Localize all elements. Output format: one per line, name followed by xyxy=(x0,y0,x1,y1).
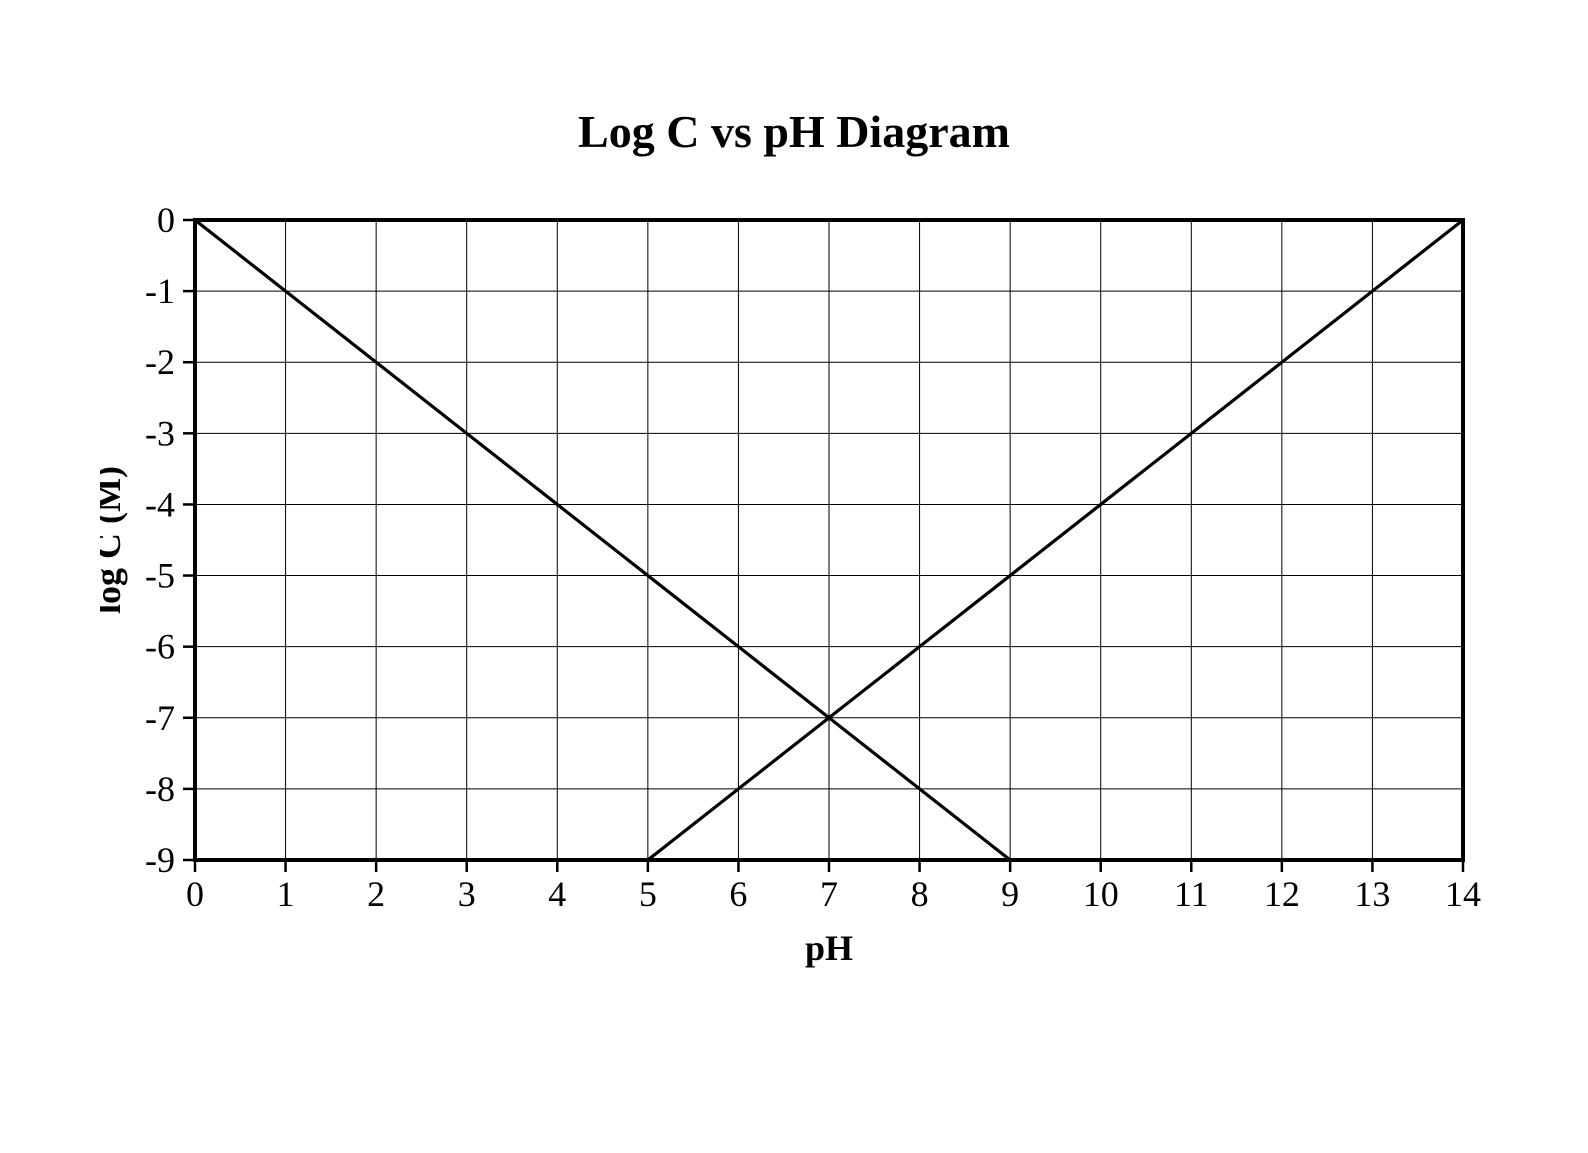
chart-svg: 012345678910111213140-1-2-3-4-5-6-7-8-9p… xyxy=(100,200,1488,980)
series-H+ xyxy=(195,220,1010,860)
svg-text:-5: -5 xyxy=(145,556,175,596)
svg-text:11: 11 xyxy=(1174,874,1209,914)
svg-text:6: 6 xyxy=(729,874,747,914)
x-axis-label: pH xyxy=(805,928,853,968)
svg-text:-7: -7 xyxy=(145,698,175,738)
svg-text:-4: -4 xyxy=(145,484,175,524)
svg-text:-2: -2 xyxy=(145,342,175,382)
svg-text:8: 8 xyxy=(911,874,929,914)
svg-text:0: 0 xyxy=(186,874,204,914)
svg-text:-3: -3 xyxy=(145,413,175,453)
svg-text:7: 7 xyxy=(820,874,838,914)
y-axis-label: log C (M) xyxy=(100,466,128,614)
series-OH- xyxy=(648,220,1463,860)
svg-text:-6: -6 xyxy=(145,627,175,667)
svg-text:2: 2 xyxy=(367,874,385,914)
svg-text:9: 9 xyxy=(1001,874,1019,914)
svg-text:4: 4 xyxy=(548,874,566,914)
svg-text:10: 10 xyxy=(1083,874,1119,914)
svg-text:13: 13 xyxy=(1354,874,1390,914)
svg-text:-8: -8 xyxy=(145,769,175,809)
svg-text:-9: -9 xyxy=(145,840,175,880)
svg-text:12: 12 xyxy=(1264,874,1300,914)
svg-text:3: 3 xyxy=(458,874,476,914)
svg-text:5: 5 xyxy=(639,874,657,914)
svg-text:-1: -1 xyxy=(145,271,175,311)
svg-text:1: 1 xyxy=(277,874,295,914)
svg-text:0: 0 xyxy=(157,200,175,240)
chart-container: { "chart_data": { "type": "line", "title… xyxy=(0,0,1588,1153)
svg-text:14: 14 xyxy=(1445,874,1481,914)
chart-plot-area: 012345678910111213140-1-2-3-4-5-6-7-8-9p… xyxy=(100,200,1488,980)
chart-title: Log C vs pH Diagram xyxy=(0,105,1588,158)
